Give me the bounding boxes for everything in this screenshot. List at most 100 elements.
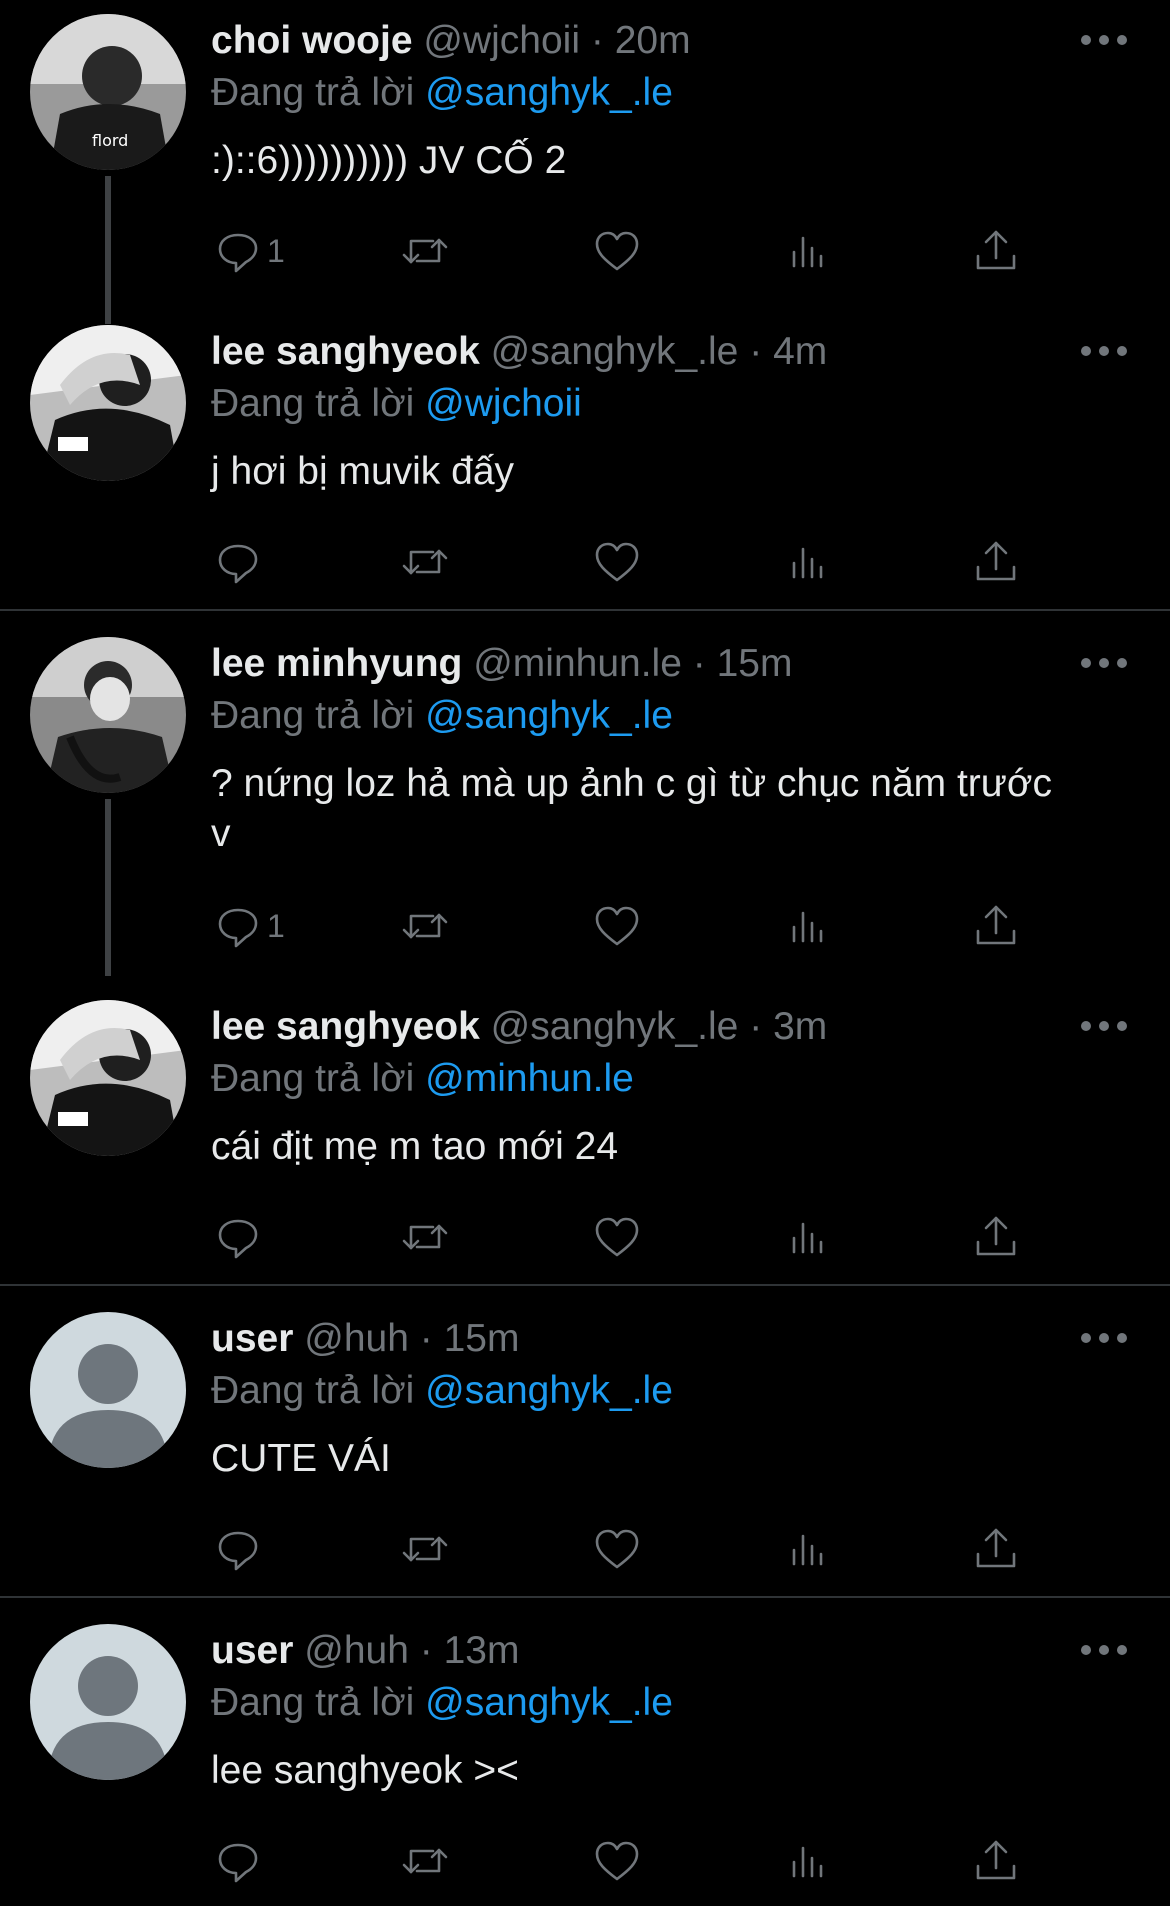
views-button[interactable] <box>784 1831 834 1891</box>
action-bar <box>205 1207 1065 1267</box>
reply-button[interactable]: 1 <box>213 221 285 281</box>
mention-link[interactable]: @minhun.le <box>425 1057 634 1100</box>
reply-button[interactable] <box>213 1207 267 1267</box>
share-button[interactable] <box>971 1519 1021 1579</box>
avatar[interactable] <box>30 1000 186 1156</box>
mention-link[interactable]: @sanghyk_.le <box>425 71 673 114</box>
tweet-header: user @huh · 13m <box>211 1625 519 1677</box>
display-name[interactable]: lee minhyung <box>211 642 462 685</box>
retweet-button[interactable] <box>400 1831 450 1891</box>
like-button[interactable] <box>592 532 642 592</box>
separator-dot: · <box>419 1317 433 1360</box>
retweet-icon <box>402 238 448 264</box>
views-icon <box>792 1222 823 1254</box>
tweet[interactable]: user @huh · 15m Đang trả lời @sanghyk_.l… <box>0 1298 1170 1596</box>
reply-icon <box>218 908 258 948</box>
share-icon <box>976 541 1016 581</box>
replying-to-label: Đang trả lời <box>211 1369 415 1412</box>
tweet[interactable]: lee sanghyeok @sanghyk_.le · 4m Đang trả… <box>0 311 1170 609</box>
timestamp[interactable]: 15m <box>444 1317 520 1360</box>
handle[interactable]: @huh <box>304 1317 409 1360</box>
tweet-text: cái địt mẹ m tao mới 24 <box>211 1125 619 1168</box>
more-icon[interactable] <box>1078 30 1130 50</box>
tweet-header: lee sanghyeok @sanghyk_.le · 4m <box>211 326 827 378</box>
replying-to-label: Đang trả lời <box>211 1057 415 1100</box>
reply-button[interactable] <box>213 1831 267 1891</box>
more-icon[interactable] <box>1078 341 1130 361</box>
more-icon[interactable] <box>1078 1328 1130 1348</box>
display-name[interactable]: choi wooje <box>211 19 413 62</box>
mention-link[interactable]: @wjchoii <box>425 382 582 425</box>
like-button[interactable] <box>592 1519 642 1579</box>
retweet-button[interactable] <box>400 896 450 956</box>
reply-button[interactable] <box>213 532 267 592</box>
handle[interactable]: @wjchoii <box>423 19 580 62</box>
share-icon <box>976 1840 1016 1880</box>
more-icon[interactable] <box>1078 653 1130 673</box>
tweet-header: user @huh · 15m <box>211 1313 519 1365</box>
share-button[interactable] <box>971 896 1021 956</box>
views-button[interactable] <box>784 1207 834 1267</box>
share-button[interactable] <box>971 1207 1021 1267</box>
retweet-button[interactable] <box>400 221 450 281</box>
action-bar <box>205 532 1065 592</box>
reply-button[interactable]: 1 <box>213 896 285 956</box>
handle[interactable]: @huh <box>304 1629 409 1672</box>
like-button[interactable] <box>592 1207 642 1267</box>
tweet[interactable]: lee sanghyeok @sanghyk_.le · 3m Đang trả… <box>0 986 1170 1284</box>
avatar[interactable] <box>30 637 186 793</box>
more-icon[interactable] <box>1078 1016 1130 1036</box>
retweet-button[interactable] <box>400 532 450 592</box>
more-icon[interactable] <box>1078 1640 1130 1660</box>
retweet-icon <box>402 549 448 575</box>
share-icon <box>976 1528 1016 1568</box>
replying-to-label: Đang trả lời <box>211 71 415 114</box>
share-button[interactable] <box>971 221 1021 281</box>
action-bar <box>205 1519 1065 1579</box>
like-button[interactable] <box>592 1831 642 1891</box>
timestamp[interactable]: 4m <box>773 330 827 373</box>
tweet[interactable]: user @huh · 13m Đang trả lời @sanghyk_.l… <box>0 1610 1170 1906</box>
display-name[interactable]: user <box>211 1317 293 1360</box>
like-button[interactable] <box>592 221 642 281</box>
replying-to: Đang trả lời @sanghyk_.le <box>211 67 673 119</box>
separator-dot: · <box>749 330 763 373</box>
thread-line <box>105 799 111 976</box>
views-button[interactable] <box>784 896 834 956</box>
retweet-button[interactable] <box>400 1207 450 1267</box>
handle[interactable]: @sanghyk_.le <box>491 1005 739 1048</box>
display-name[interactable]: lee sanghyeok <box>211 1005 480 1048</box>
like-icon <box>595 906 639 946</box>
timestamp[interactable]: 15m <box>717 642 793 685</box>
avatar[interactable] <box>30 1624 186 1780</box>
timestamp[interactable]: 13m <box>444 1629 520 1672</box>
separator-dot: · <box>692 642 706 685</box>
avatar[interactable] <box>30 325 186 481</box>
reply-icon <box>218 544 258 584</box>
display-name[interactable]: user <box>211 1629 293 1672</box>
views-button[interactable] <box>784 221 834 281</box>
mention-link[interactable]: @sanghyk_.le <box>425 1681 673 1724</box>
handle[interactable]: @minhun.le <box>473 642 682 685</box>
reply-icon <box>218 1843 258 1883</box>
share-button[interactable] <box>971 1831 1021 1891</box>
display-name[interactable]: lee sanghyeok <box>211 330 480 373</box>
views-button[interactable] <box>784 532 834 592</box>
handle[interactable]: @sanghyk_.le <box>491 330 739 373</box>
share-button[interactable] <box>971 532 1021 592</box>
replying-to: Đang trả lời @sanghyk_.le <box>211 1677 673 1729</box>
views-button[interactable] <box>784 1519 834 1579</box>
timestamp[interactable]: 3m <box>773 1005 827 1048</box>
timestamp[interactable]: 20m <box>615 19 691 62</box>
mention-link[interactable]: @sanghyk_.le <box>425 694 673 737</box>
replying-to-label: Đang trả lời <box>211 1681 415 1724</box>
avatar[interactable]: flord <box>30 14 186 170</box>
retweet-button[interactable] <box>400 1519 450 1579</box>
tweet[interactable]: lee minhyung @minhun.le · 15m Đang trả l… <box>0 623 1170 986</box>
mention-link[interactable]: @sanghyk_.le <box>425 1369 673 1412</box>
avatar[interactable] <box>30 1312 186 1468</box>
like-button[interactable] <box>592 896 642 956</box>
reply-count: 1 <box>267 907 285 944</box>
reply-button[interactable] <box>213 1519 267 1579</box>
tweet[interactable]: flord choi wooje @wjchoii · 20m Đang trả… <box>0 0 1170 324</box>
